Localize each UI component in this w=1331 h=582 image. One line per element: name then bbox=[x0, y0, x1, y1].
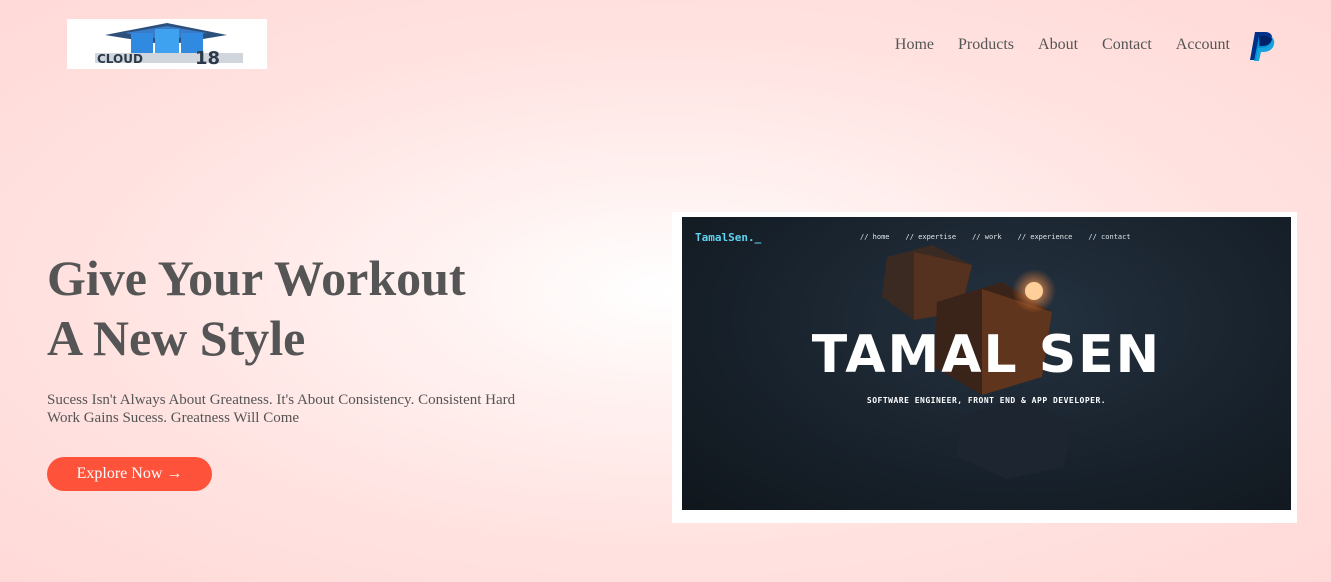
hero-title-line2: A New Style bbox=[47, 310, 306, 366]
nav-home[interactable]: Home bbox=[895, 36, 934, 54]
cloud18-logo-icon: CLOUD 18 bbox=[95, 23, 243, 69]
hero-title-line1: Give Your Workout bbox=[47, 250, 466, 306]
nav-about[interactable]: About bbox=[1038, 36, 1078, 54]
nav-account[interactable]: Account bbox=[1176, 36, 1230, 54]
svg-text:CLOUD: CLOUD bbox=[97, 52, 143, 66]
preview-nav-home: // home bbox=[860, 233, 890, 241]
preview-brand: TamalSen._ bbox=[695, 231, 762, 244]
hero-title: Give Your Workout A New Style bbox=[47, 248, 567, 368]
hero-subtitle: Sucess Isn't Always About Greatness. It'… bbox=[47, 392, 516, 426]
logo[interactable]: CLOUD 18 bbox=[67, 19, 267, 69]
preview-name: TAMAL SEN bbox=[811, 325, 1162, 385]
preview-nav-expertise: // expertise bbox=[905, 233, 957, 241]
preview-nav: // home // expertise // work // experien… bbox=[860, 233, 1147, 241]
nav-contact[interactable]: Contact bbox=[1102, 36, 1152, 54]
preview-tagline: SOFTWARE ENGINEER, FRONT END & APP DEVEL… bbox=[866, 396, 1107, 405]
main-nav: Home Products About Contact Account bbox=[871, 36, 1230, 54]
preview-nav-work: // work bbox=[972, 233, 1002, 241]
preview-nav-contact: // contact bbox=[1088, 233, 1131, 241]
nav-products[interactable]: Products bbox=[958, 36, 1014, 54]
explore-now-button[interactable]: Explore Now → bbox=[47, 457, 212, 491]
preview-screenshot[interactable]: TamalSen._ // home // expertise // work … bbox=[682, 217, 1291, 510]
navbar: CLOUD 18 Home Products About Contact Acc… bbox=[0, 0, 1331, 90]
svg-text:18: 18 bbox=[195, 48, 220, 69]
paypal-icon[interactable] bbox=[1248, 30, 1276, 62]
preview-nav-experience: // experience bbox=[1017, 233, 1073, 241]
